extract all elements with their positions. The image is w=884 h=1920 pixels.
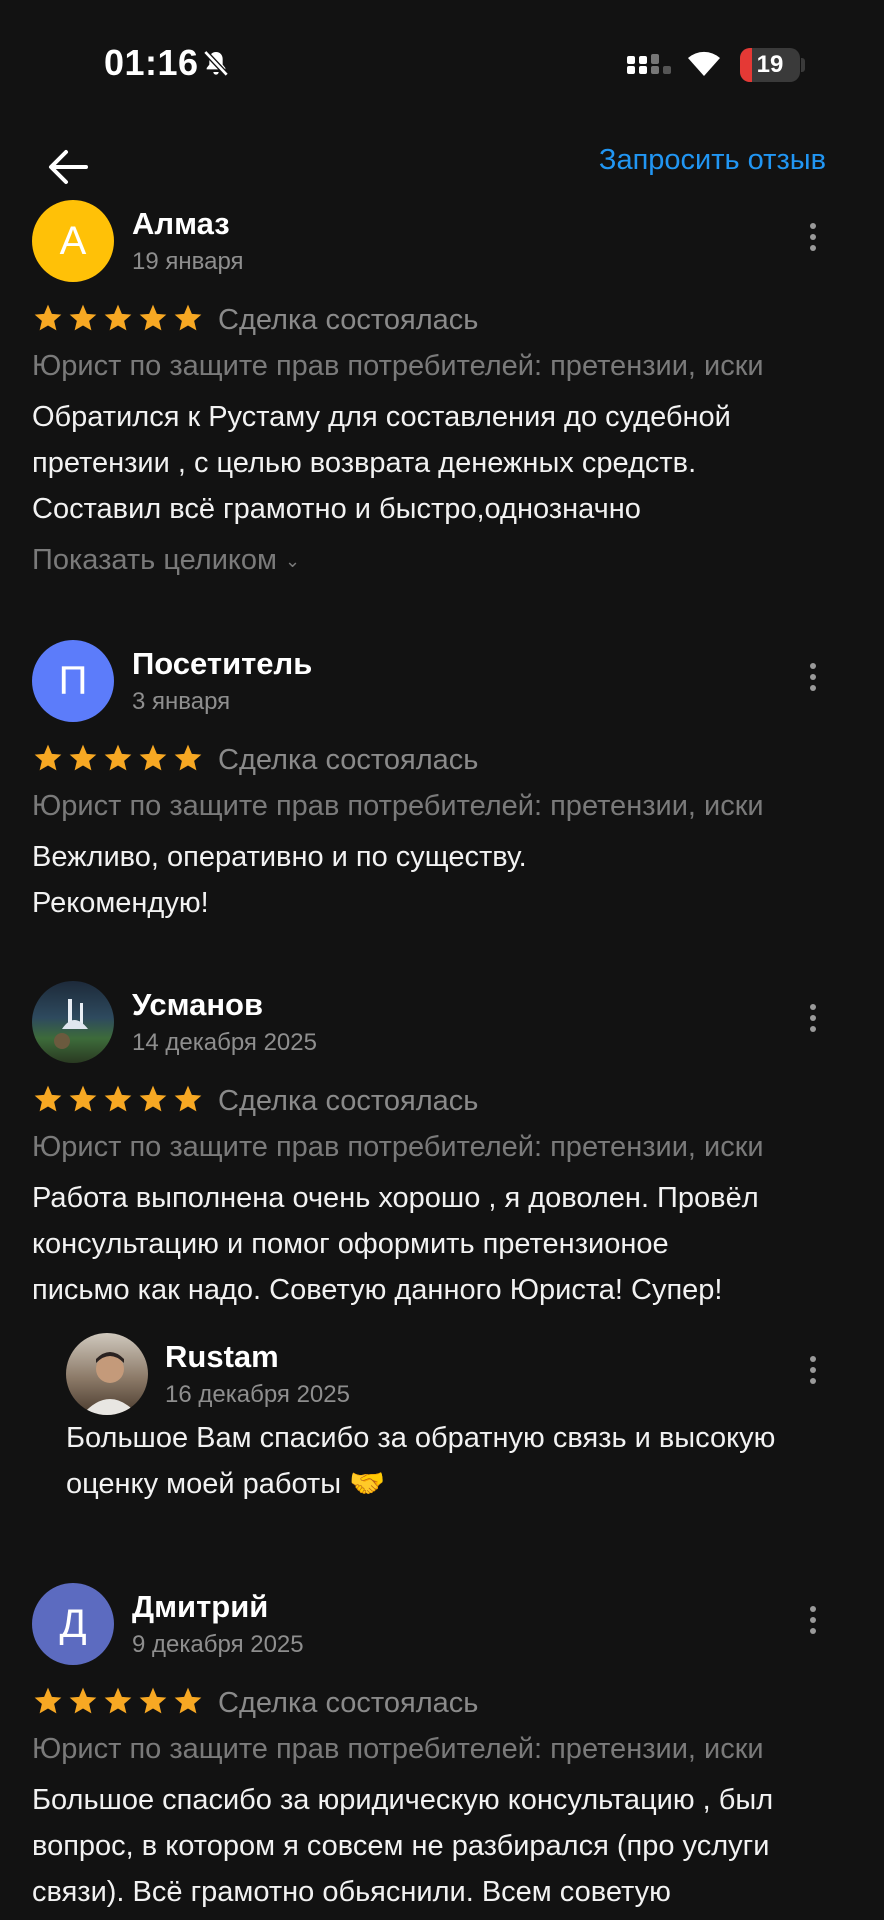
star-icon xyxy=(104,304,132,331)
star-icon xyxy=(104,1687,132,1714)
avatar: А xyxy=(32,200,114,282)
star-icon xyxy=(174,1085,202,1112)
review-category: Юрист по защите прав потребителей: прете… xyxy=(32,350,764,382)
reviewer-name: Дмитрий xyxy=(132,1589,269,1624)
star-icon xyxy=(139,1687,167,1714)
review-date: 3 января xyxy=(132,688,231,715)
mosque-photo-icon xyxy=(54,999,88,1049)
more-options-icon[interactable] xyxy=(800,1351,826,1395)
battery-level: 19 xyxy=(756,51,784,78)
bell-muted-icon xyxy=(203,50,229,77)
review-text: Работа выполнена очень хорошо , я доволе… xyxy=(32,1182,759,1306)
reviewer-name: Усманов xyxy=(132,987,264,1022)
review-text: Большое спасибо за юридическую консульта… xyxy=(32,1784,774,1908)
person-photo-icon xyxy=(82,1352,138,1415)
more-options-icon[interactable] xyxy=(800,999,826,1043)
deal-status: Сделка состоялась xyxy=(218,744,479,776)
request-review-link[interactable]: Запросить отзыв xyxy=(599,144,826,177)
rating-stars xyxy=(32,302,207,338)
avatar-photo xyxy=(32,981,114,1063)
star-icon xyxy=(69,304,97,331)
deal-status: Сделка состоялась xyxy=(218,1085,479,1117)
chevron-down-icon: ⌄ xyxy=(285,550,301,571)
battery-indicator: 19 xyxy=(740,48,800,82)
review-text: Вежливо, оперативно и по существу. Реком… xyxy=(32,841,527,919)
avatar: Д xyxy=(32,1583,114,1665)
more-options-icon[interactable] xyxy=(800,1601,826,1645)
review-text: Обратился к Рустаму для составления до с… xyxy=(32,401,731,525)
back-arrow-icon[interactable] xyxy=(42,142,92,192)
star-icon xyxy=(174,304,202,331)
star-icon xyxy=(34,744,62,771)
rating-stars xyxy=(32,742,207,778)
star-icon xyxy=(174,744,202,771)
star-icon xyxy=(104,744,132,771)
show-more-button[interactable]: Показать целиком ⌄ xyxy=(32,544,300,577)
review-category: Юрист по защите прав потребителей: прете… xyxy=(32,1733,764,1765)
reviewer-name: Алмаз xyxy=(132,206,230,241)
star-icon xyxy=(139,744,167,771)
review-date: 19 января xyxy=(132,248,244,275)
star-icon xyxy=(69,1687,97,1714)
reply-text: Большое Вам спасибо за обратную связь и … xyxy=(66,1422,776,1500)
review-date: 14 декабря 2025 xyxy=(132,1029,317,1056)
rating-stars xyxy=(32,1685,207,1721)
more-options-icon[interactable] xyxy=(800,658,826,702)
star-icon xyxy=(104,1085,132,1112)
signal-icon xyxy=(627,54,671,74)
reviewer-name: Посетитель xyxy=(132,646,313,681)
star-icon xyxy=(34,1085,62,1112)
more-options-icon[interactable] xyxy=(800,218,826,262)
star-icon xyxy=(34,304,62,331)
review-category: Юрист по защите прав потребителей: прете… xyxy=(32,1131,764,1163)
star-icon xyxy=(69,1085,97,1112)
reply-avatar-photo xyxy=(66,1333,148,1415)
reply-author-name: Rustam xyxy=(165,1339,279,1374)
review-category: Юрист по защите прав потребителей: прете… xyxy=(32,790,764,822)
review-date: 9 декабря 2025 xyxy=(132,1631,304,1658)
top-bar: Запросить отзыв xyxy=(0,130,884,210)
status-bar: 01:16 19 xyxy=(0,0,884,130)
status-time: 01:16 xyxy=(104,42,199,83)
deal-status: Сделка состоялась xyxy=(218,1687,479,1719)
avatar: П xyxy=(32,640,114,722)
wifi-icon xyxy=(688,51,720,76)
star-icon xyxy=(69,744,97,771)
star-icon xyxy=(34,1687,62,1714)
deal-status: Сделка состоялась xyxy=(218,304,479,336)
star-icon xyxy=(139,304,167,331)
star-icon xyxy=(139,1085,167,1112)
star-icon xyxy=(174,1687,202,1714)
reply-date: 16 декабря 2025 xyxy=(165,1381,350,1408)
rating-stars xyxy=(32,1083,207,1119)
